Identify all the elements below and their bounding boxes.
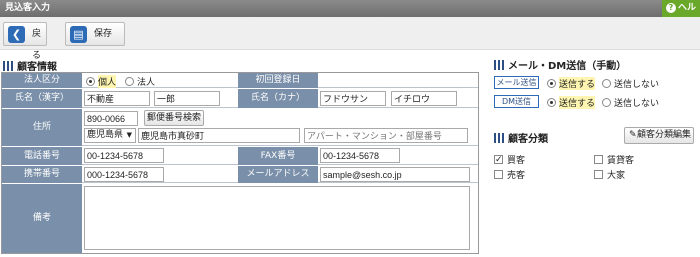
prefecture-value: 鹿児島県 <box>87 130 124 140</box>
mobile-label: 携帯番号 <box>2 166 82 183</box>
dm-send-tag: DM送信 <box>494 95 539 108</box>
class-checkbox-seller[interactable]: 売客 <box>494 168 525 181</box>
help-icon: ? <box>666 3 676 13</box>
radio-label-individual: 個人 <box>98 75 117 88</box>
fax-input[interactable] <box>320 148 400 163</box>
class-checkbox-buyer[interactable]: ✓ 買客 <box>494 153 525 166</box>
corp-type-row: 法人区分 個人 法人 初回登録日 <box>2 73 478 88</box>
name-kana-label: 氏名（カナ） <box>238 89 318 108</box>
class-label-seller: 売客 <box>507 171 526 181</box>
customer-class-heading: 顧客分類 <box>494 130 548 145</box>
notes-row: 備考 <box>2 184 478 253</box>
edit-class-button[interactable]: ✎ 顧客分類編集 <box>624 127 694 144</box>
first-name-kanji-input[interactable] <box>154 91 220 106</box>
back-arrow-icon: ❮ <box>8 26 25 43</box>
toolbar: ❮ 戻る ▤ 保存 <box>0 17 700 61</box>
mail-send-tag: メール送信 <box>494 76 539 89</box>
phone-label: 電話番号 <box>2 147 82 165</box>
customer-info-heading: 顧客情報 <box>3 58 57 73</box>
back-button[interactable]: ❮ 戻る <box>3 22 47 61</box>
corp-type-individual-radio[interactable]: 個人 <box>86 75 117 88</box>
corp-type-corporation-radio[interactable]: 法人 <box>125 75 155 88</box>
dm-send-yes-radio[interactable]: 送信する <box>547 96 596 109</box>
mail-send-yes-radio[interactable]: 送信する <box>547 77 596 90</box>
class-checkbox-landlord[interactable]: 大家 <box>594 168 625 181</box>
building-input[interactable] <box>304 128 468 143</box>
checkbox-empty-icon <box>594 170 603 179</box>
email-label: メールアドレス <box>238 166 318 183</box>
mobile-row: 携帯番号 メールアドレス <box>2 166 478 183</box>
radio-selected-icon <box>547 79 556 88</box>
email-input[interactable] <box>320 167 470 182</box>
corp-type-label: 法人区分 <box>2 73 82 88</box>
prefecture-select[interactable]: 鹿児島県 ▼ <box>84 128 136 143</box>
class-checkbox-tenant[interactable]: 賃貸客 <box>594 153 634 166</box>
class-label-landlord: 大家 <box>607 171 626 181</box>
edit-class-label: 顧客分類編集 <box>636 130 691 140</box>
class-label-buyer: 買客 <box>507 156 526 166</box>
customer-class-title: 顧客分類 <box>508 134 548 145</box>
phone-input[interactable] <box>84 148 164 163</box>
save-button[interactable]: ▤ 保存 <box>65 22 125 46</box>
help-label: ヘル <box>678 3 697 13</box>
dm-send-no-radio[interactable]: 送信しない <box>602 96 659 109</box>
phone-row: 電話番号 FAX番号 <box>2 147 478 165</box>
mail-dm-heading: メール・DM送信（手動） <box>494 57 626 72</box>
section-bars-icon <box>494 60 504 70</box>
name-kanji-label: 氏名（漢字） <box>2 89 82 108</box>
radio-selected-icon <box>547 98 556 107</box>
mobile-input[interactable] <box>84 167 164 182</box>
first-name-kana-input[interactable] <box>391 91 457 106</box>
radio-unselected-icon <box>125 77 134 86</box>
mail-send-no-label: 送信しない <box>614 80 660 90</box>
back-button-label: 戻る <box>32 29 42 61</box>
address-label: 住所 <box>2 109 82 146</box>
radio-label-corporation: 法人 <box>137 78 156 88</box>
section-bars-icon <box>494 133 504 143</box>
radio-selected-icon <box>86 77 95 86</box>
radio-unselected-icon <box>602 98 611 107</box>
save-button-label: 保存 <box>94 29 113 39</box>
class-label-tenant: 賃貸客 <box>607 156 635 166</box>
last-name-kanji-input[interactable] <box>84 91 150 106</box>
postal-search-button[interactable]: 郵便番号検索 <box>144 110 204 126</box>
name-row: 氏名（漢字） 氏名（カナ） <box>2 89 478 108</box>
dm-send-yes-label: 送信する <box>559 96 596 109</box>
notes-label: 備考 <box>2 184 82 253</box>
window-titlebar: 見込客入力 <box>0 0 700 17</box>
dm-send-no-label: 送信しない <box>614 99 660 109</box>
last-name-kana-input[interactable] <box>320 91 386 106</box>
edit-icon: ✎ <box>629 130 637 140</box>
first-reg-label: 初回登録日 <box>238 73 318 88</box>
city-input[interactable] <box>138 128 300 143</box>
checkbox-empty-icon <box>494 170 503 179</box>
save-disk-icon: ▤ <box>70 26 87 43</box>
address-row: 住所 郵便番号検索 鹿児島県▼ <box>2 109 478 146</box>
section-bars-icon <box>3 61 13 71</box>
postal-code-input[interactable] <box>84 111 138 126</box>
window-title: 見込客入力 <box>5 3 51 13</box>
customer-info-form: 法人区分 個人 法人 初回登録日 氏名（漢字） 氏名（カナ） 住所 郵便番号検索… <box>1 72 479 254</box>
checkbox-empty-icon <box>594 155 603 164</box>
chevron-down-icon: ▼ <box>126 131 132 139</box>
fax-label: FAX番号 <box>238 147 318 165</box>
radio-unselected-icon <box>602 79 611 88</box>
mail-send-yes-label: 送信する <box>559 77 596 90</box>
notes-textarea[interactable] <box>84 186 470 250</box>
mail-dm-title: メール・DM送信（手動） <box>508 61 627 72</box>
checkmark-icon: ✓ <box>494 155 503 165</box>
help-button[interactable]: ? ヘル <box>662 0 700 17</box>
mail-send-no-radio[interactable]: 送信しない <box>602 77 659 90</box>
